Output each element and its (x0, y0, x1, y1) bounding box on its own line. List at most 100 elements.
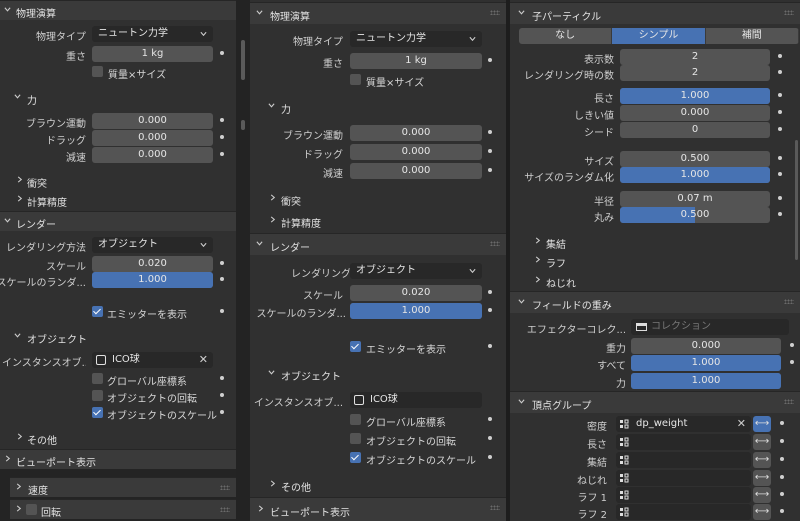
invert-toggle-icon[interactable]: ⟷ (753, 470, 771, 486)
viewport-display-section-header[interactable]: ビューポート表示 (0, 449, 236, 469)
drag-grip-icon[interactable] (220, 507, 230, 512)
clear-icon[interactable]: ✕ (737, 416, 746, 432)
drag-field[interactable]: 0.000 (350, 144, 482, 160)
keyframe-dot-icon[interactable] (780, 475, 784, 479)
keyframe-dot-icon[interactable] (220, 410, 224, 414)
velocity-section-header[interactable]: 速度 (10, 477, 236, 497)
roundness-slider[interactable]: 0.500 (620, 207, 770, 223)
drag-grip-icon[interactable] (490, 241, 500, 246)
children-mode-selector[interactable]: なし シンプル 補間 (519, 28, 799, 44)
children-mode-none[interactable]: なし (519, 28, 613, 44)
object-rotation-checkbox[interactable] (92, 390, 103, 401)
invert-toggle-icon[interactable]: ⟷ (753, 434, 771, 450)
render-section-header[interactable]: レンダー (250, 233, 506, 255)
drag-grip-icon[interactable] (784, 10, 794, 15)
keyframe-dot-icon[interactable] (780, 421, 784, 425)
scale-rand-slider[interactable]: 1.000 (350, 303, 482, 319)
accuracy-subsection-header[interactable]: 計算精度 (0, 190, 236, 210)
keyframe-dot-icon[interactable] (220, 118, 224, 122)
vg-clump-field[interactable] (616, 452, 751, 468)
keyframe-dot-icon[interactable] (220, 152, 224, 156)
render-amount-field[interactable]: 2 (620, 65, 770, 81)
object-scale-checkbox[interactable] (92, 407, 103, 418)
instance-object-field[interactable]: ICO球 ✕ (92, 352, 213, 368)
keyframe-dot-icon[interactable] (780, 492, 784, 496)
rotation-section-header[interactable]: 回転 (10, 499, 236, 519)
keyframe-dot-icon[interactable] (488, 344, 492, 348)
gravity-field[interactable]: 0.000 (631, 338, 781, 354)
scale-rand-slider[interactable]: 1.000 (92, 272, 213, 288)
drag-grip-icon[interactable] (490, 10, 500, 15)
keyframe-dot-icon[interactable] (488, 290, 492, 294)
keyframe-dot-icon[interactable] (220, 277, 224, 281)
render-as-dropdown[interactable]: オブジェクト (92, 237, 213, 253)
object-subsection-header[interactable]: オブジェクト (250, 364, 506, 384)
damp-field[interactable]: 0.000 (92, 147, 213, 163)
invert-toggle-icon[interactable]: ⟷ (753, 487, 771, 503)
show-emitter-checkbox[interactable] (92, 306, 103, 317)
drag-field[interactable]: 0.000 (92, 130, 213, 146)
physics-section-header[interactable]: 物理演算 (250, 2, 506, 24)
collision-subsection-header[interactable]: 衝突 (0, 171, 236, 191)
drag-grip-icon[interactable] (220, 485, 230, 490)
seed-field[interactable]: 0 (620, 122, 770, 138)
keyframe-dot-icon[interactable] (220, 393, 224, 397)
scrollbar-thumb[interactable] (241, 40, 245, 80)
keyframe-dot-icon[interactable] (778, 93, 782, 97)
display-amount-field[interactable]: 2 (620, 49, 770, 65)
vertex-groups-section-header[interactable]: 頂点グループ (510, 391, 800, 413)
keyframe-dot-icon[interactable] (778, 54, 782, 58)
keyframe-dot-icon[interactable] (488, 58, 492, 62)
other-subsection-header[interactable]: その他 (250, 475, 506, 495)
rotation-checkbox[interactable] (26, 504, 37, 515)
rough-subsection-header[interactable]: ラフ (510, 251, 800, 271)
children-section-header[interactable]: 子パーティクル (510, 2, 800, 24)
vg-length-field[interactable] (616, 434, 751, 450)
other-subsection-header[interactable]: その他 (0, 428, 236, 448)
instance-object-field[interactable]: ICO球 (350, 392, 482, 408)
keyframe-dot-icon[interactable] (488, 168, 492, 172)
object-scale-checkbox[interactable] (350, 452, 361, 463)
keyframe-dot-icon[interactable] (778, 127, 782, 131)
object-rotation-checkbox[interactable] (350, 433, 361, 444)
force-slider[interactable]: 1.000 (631, 373, 781, 389)
threshold-field[interactable]: 0.000 (620, 105, 770, 121)
invert-toggle-icon[interactable]: ⟷ (753, 504, 771, 520)
all-slider[interactable]: 1.000 (631, 355, 781, 371)
keyframe-dot-icon[interactable] (220, 309, 224, 313)
keyframe-dot-icon[interactable] (780, 509, 784, 513)
damp-field[interactable]: 0.000 (350, 163, 482, 179)
render-section-header[interactable]: レンダー (0, 211, 236, 231)
size-rand-slider[interactable]: 1.000 (620, 167, 770, 183)
keyframe-dot-icon[interactable] (780, 457, 784, 461)
object-subsection-header[interactable]: オブジェクト (0, 327, 236, 347)
force-subsection-header[interactable]: 力 (250, 97, 506, 117)
accuracy-subsection-header[interactable]: 計算精度 (250, 211, 506, 231)
global-coords-checkbox[interactable] (350, 414, 361, 425)
mass-size-checkbox[interactable] (92, 66, 103, 77)
collision-subsection-header[interactable]: 衝突 (250, 189, 506, 209)
children-mode-interpolated[interactable]: 補間 (705, 28, 799, 44)
drag-grip-icon[interactable] (784, 399, 794, 404)
mass-field[interactable]: 1 kg (350, 53, 482, 69)
keyframe-dot-icon[interactable] (488, 308, 492, 312)
keyframe-dot-icon[interactable] (220, 51, 224, 55)
keyframe-dot-icon[interactable] (220, 261, 224, 265)
keyframe-dot-icon[interactable] (780, 439, 784, 443)
keyframe-dot-icon[interactable] (488, 436, 492, 440)
keyframe-dot-icon[interactable] (220, 376, 224, 380)
keyframe-dot-icon[interactable] (220, 135, 224, 139)
keyframe-dot-icon[interactable] (488, 417, 492, 421)
invert-toggle-icon[interactable]: ⟷ (753, 416, 771, 432)
vg-rough2-field[interactable] (616, 504, 751, 520)
mass-size-checkbox[interactable] (350, 74, 361, 85)
viewport-display-section-header[interactable]: ビューポート表示 (250, 497, 506, 521)
keyframe-dot-icon[interactable] (790, 343, 794, 347)
clear-icon[interactable]: ✕ (199, 352, 208, 368)
effector-collection-field[interactable]: コレクション (631, 319, 789, 335)
keyframe-dot-icon[interactable] (778, 110, 782, 114)
kink-subsection-header[interactable]: ねじれ (510, 271, 800, 291)
keyframe-dot-icon[interactable] (778, 212, 782, 216)
physics-type-dropdown[interactable]: ニュートン力学 (92, 26, 213, 42)
vg-kink-field[interactable] (616, 470, 751, 486)
